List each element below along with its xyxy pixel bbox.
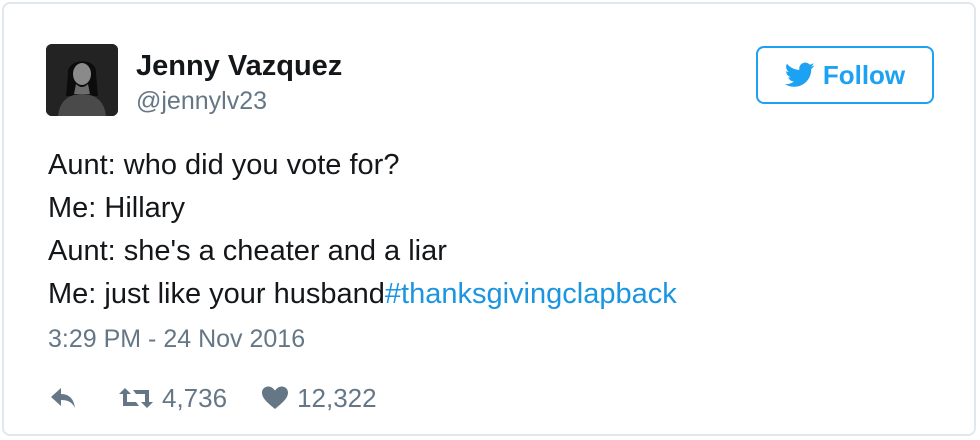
follow-button[interactable]: Follow: [756, 46, 934, 104]
tweet-timestamp[interactable]: 3:29 PM - 24 Nov 2016: [48, 324, 305, 354]
tweet-card: Jenny Vazquez @jennylv23 Follow Aunt: wh…: [2, 2, 976, 436]
tweet-line: Aunt: who did you vote for?: [48, 149, 400, 181]
reply-button[interactable]: [48, 385, 78, 411]
tweet-actions: 4,736 12,322: [48, 380, 377, 416]
tweet-text: Aunt: who did you vote for? Me: Hillary …: [48, 144, 948, 316]
avatar[interactable]: [46, 44, 118, 116]
reply-arrow-icon: [48, 385, 78, 411]
display-name[interactable]: Jenny Vazquez: [136, 48, 342, 84]
like-button[interactable]: 12,322: [261, 383, 377, 414]
tweet-header: Jenny Vazquez @jennylv23 Follow: [44, 44, 934, 116]
retweet-icon: [118, 385, 154, 411]
hashtag-link[interactable]: #thanksgivingclapback: [385, 278, 677, 310]
user-info: Jenny Vazquez @jennylv23: [136, 48, 342, 116]
user-handle[interactable]: @jennylv23: [136, 86, 342, 116]
tweet-line: Me: just like your husband#thanksgivingc…: [48, 273, 948, 316]
avatar-image: [46, 44, 118, 116]
retweet-count: 4,736: [162, 382, 228, 413]
tweet-line-text: Me: just like your husband: [48, 278, 385, 310]
tweet-line: Aunt: she's a cheater and a liar: [48, 235, 447, 267]
follow-label: Follow: [822, 59, 906, 90]
heart-icon: [261, 385, 289, 411]
retweet-button[interactable]: 4,736: [118, 383, 227, 414]
like-count: 12,322: [297, 382, 377, 413]
twitter-bird-icon: [784, 62, 815, 88]
tweet-line: Me: Hillary: [48, 192, 185, 224]
